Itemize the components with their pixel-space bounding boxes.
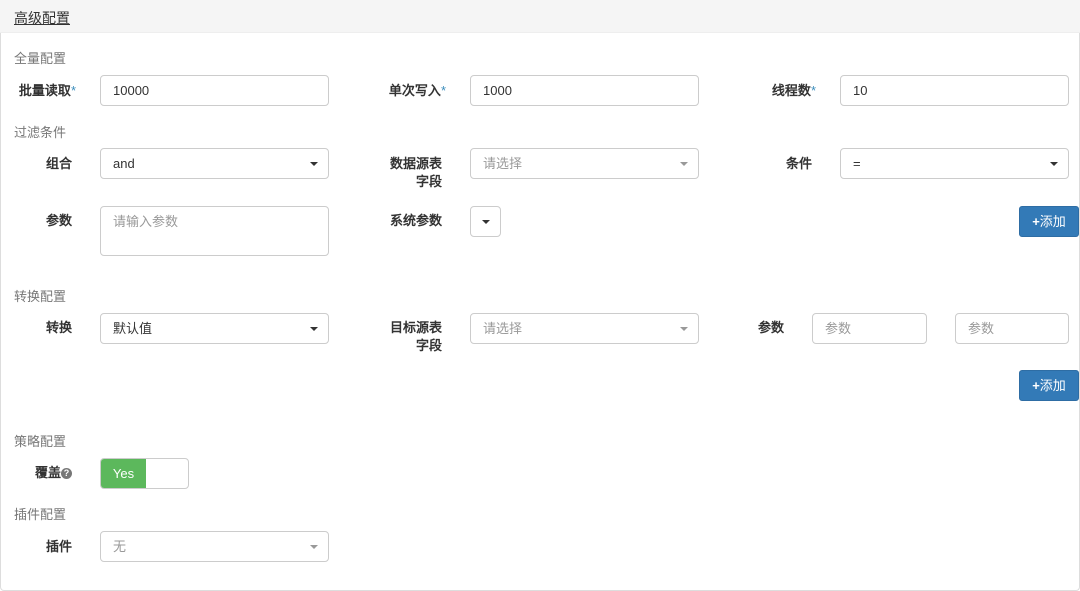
help-icon[interactable]: ? [61, 468, 72, 479]
param-textarea[interactable]: 请输入参数 [100, 206, 329, 256]
filter-add-button[interactable]: +添加 [1019, 206, 1079, 237]
chevron-down-icon [310, 327, 318, 331]
sys-param-dropdown[interactable] [470, 206, 501, 237]
chevron-down-icon [310, 545, 318, 549]
chevron-down-icon [482, 220, 490, 224]
override-label: 覆盖? [0, 464, 72, 482]
chevron-down-icon [680, 162, 688, 166]
combine-select[interactable]: and [100, 148, 329, 179]
transform-param1-input[interactable]: 参数 [812, 313, 927, 344]
plus-icon: + [1032, 378, 1040, 393]
chevron-down-icon [1050, 162, 1058, 166]
override-toggle[interactable]: Yes [100, 458, 189, 489]
panel-title[interactable]: 高级配置 [14, 8, 70, 28]
section-plugin: 插件配置 [14, 507, 67, 522]
section-full: 全量配置 [14, 51, 67, 66]
transform-label: 转换 [45, 320, 72, 335]
source-field-label: 数据源表 字段 [389, 156, 442, 189]
target-field-select[interactable]: 请选择 [470, 313, 699, 344]
transform-select[interactable]: 默认值 [100, 313, 329, 344]
chevron-down-icon [680, 327, 688, 331]
combine-label: 组合 [45, 156, 72, 171]
transform-param-label: 参数 [757, 320, 784, 335]
transform-param2-input[interactable]: 参数 [955, 313, 1069, 344]
plus-icon: + [1032, 214, 1040, 229]
chevron-down-icon [310, 162, 318, 166]
single-write-label: 单次写入* [388, 83, 446, 98]
source-field-select[interactable]: 请选择 [470, 148, 699, 179]
plugin-select[interactable]: 无 [100, 531, 329, 562]
section-strategy: 策略配置 [14, 434, 67, 449]
section-transform: 转换配置 [14, 289, 67, 304]
target-field-label: 目标源表 字段 [389, 320, 442, 353]
transform-add-button[interactable]: +添加 [1019, 370, 1079, 401]
threads-input[interactable]: 10 [840, 75, 1069, 106]
section-filter: 过滤条件 [14, 125, 67, 140]
batch-read-label: 批量读取* [18, 83, 76, 98]
sys-param-label: 系统参数 [389, 213, 442, 228]
plugin-label: 插件 [45, 539, 72, 554]
param-label: 参数 [45, 213, 72, 228]
panel-header: 高级配置 [0, 0, 1080, 33]
single-write-input[interactable]: 1000 [470, 75, 699, 106]
batch-read-input[interactable]: 10000 [100, 75, 329, 106]
condition-select[interactable]: = [840, 148, 1069, 179]
toggle-on-label: Yes [101, 459, 146, 488]
threads-label: 线程数* [771, 83, 816, 98]
condition-label: 条件 [785, 156, 812, 171]
